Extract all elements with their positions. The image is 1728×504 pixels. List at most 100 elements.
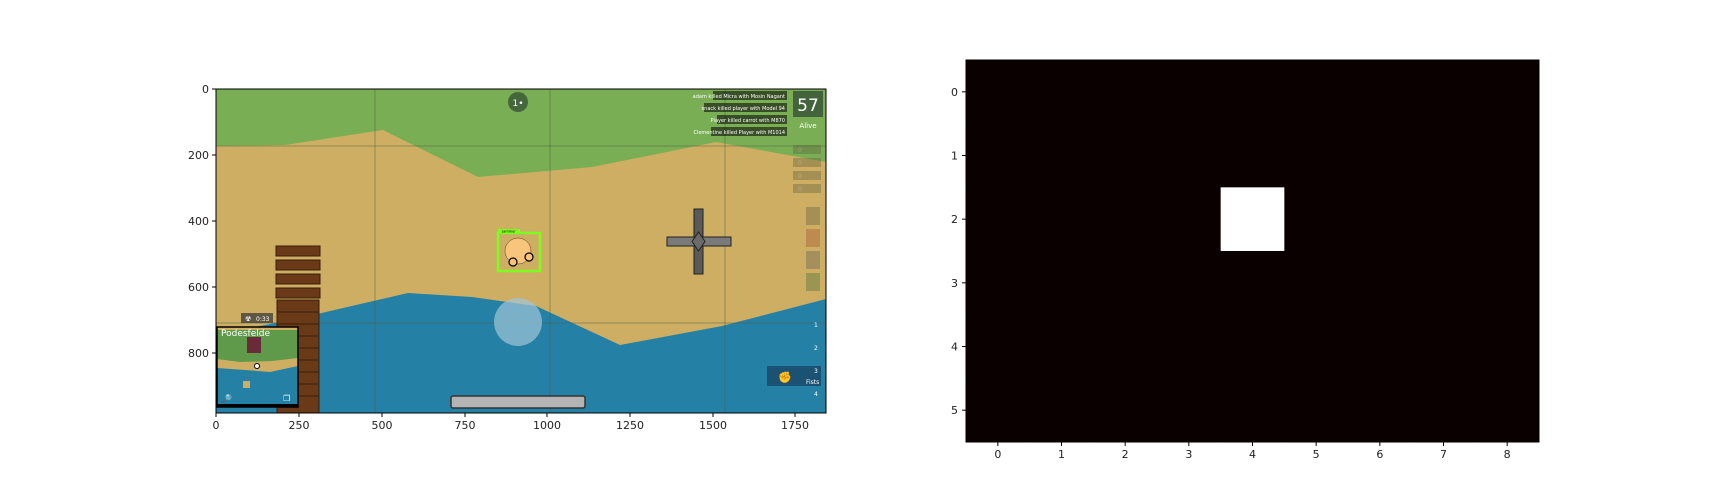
heatmap-cell <box>1348 378 1413 443</box>
alive-count: 57 <box>797 96 819 116</box>
weapon-slot-number: 3 <box>814 368 818 375</box>
game-figure: Jammer 1• adam killed Micra with Mosin N… <box>188 59 1540 461</box>
heatmap-y-tick-label: 4 <box>951 341 958 354</box>
heatmap-cell <box>1411 187 1476 252</box>
heatmap-x-tick-label: 8 <box>1504 448 1511 461</box>
zoom-indicator-text: 1• <box>512 99 523 109</box>
heatmap-cell <box>1220 251 1285 316</box>
heatmap-cell <box>1348 123 1413 188</box>
radiation-icon: ☢ <box>245 315 251 323</box>
x-tick-label: 500 <box>372 419 393 432</box>
heatmap-cell <box>1029 187 1094 252</box>
heatmap-cell <box>1475 187 1540 252</box>
kill-feed-entry: snack killed player with Model 94 <box>702 106 785 112</box>
heatmap-cell <box>1157 123 1222 188</box>
game-view: Jammer 1• adam killed Micra with Mosin N… <box>215 88 827 414</box>
heatmap-cell <box>1029 314 1094 379</box>
heatmap-cell <box>1411 314 1476 379</box>
kill-feed-entry: Clementine killed Player with M1014 <box>693 130 785 136</box>
y-tick-label: 0 <box>202 83 209 96</box>
game-y-tick-labels: 0 200 400 600 800 <box>188 83 209 360</box>
heatmap-cell <box>1411 251 1476 316</box>
game-x-axis <box>215 413 796 417</box>
heatmap-panel: 0 1 2 3 4 5 6 7 8 0 1 2 3 4 5 <box>951 59 1540 461</box>
heatmap-cell <box>1284 251 1349 316</box>
heatmap-cell <box>966 314 1031 379</box>
heatmap-cell <box>1411 123 1476 188</box>
gas-timer-value: 0:33 <box>256 316 270 323</box>
game-y-axis <box>212 88 216 354</box>
x-tick-label: 1250 <box>616 419 644 432</box>
x-tick-label: 1000 <box>533 419 561 432</box>
heatmap-cell <box>1093 123 1158 188</box>
kill-feed-entry: adam killed Micra with Mosin Nagant <box>693 94 785 100</box>
heatmap-cell <box>1029 60 1094 125</box>
heatmap-x-tick-label: 0 <box>994 448 1001 461</box>
map-toggle-icon[interactable]: ❐ <box>283 394 290 403</box>
health-bar <box>450 395 586 409</box>
kill-feed-entry: Player killed carrot with M870 <box>711 118 785 124</box>
heatmap-cell <box>1157 251 1222 316</box>
heatmap-cell <box>1093 60 1158 125</box>
weapon-slot-4[interactable]: 4 <box>814 391 818 398</box>
heatmap-cell <box>1093 187 1158 252</box>
heatmap-cell <box>1475 314 1540 379</box>
heatmap-x-tick-label: 3 <box>1185 448 1192 461</box>
ammo-count: 0 <box>798 160 802 167</box>
heatmap-cell <box>1475 123 1540 188</box>
heatmap-cell <box>1157 187 1222 252</box>
heatmap-x-tick-label: 4 <box>1249 448 1256 461</box>
heatmap-cell <box>1220 60 1285 125</box>
heatmap-cell <box>1284 378 1349 443</box>
x-tick-label: 0 <box>213 419 220 432</box>
y-tick-label: 800 <box>188 347 209 360</box>
minimap[interactable]: Podesfelde 🔎 ❐ <box>216 326 299 408</box>
heatmap-cell <box>1157 60 1222 125</box>
heatmap-cell <box>966 378 1031 443</box>
heatmap-cell <box>1348 314 1413 379</box>
weapon-slot-1[interactable]: 1 <box>814 322 818 329</box>
heatmap-cell <box>1475 251 1540 316</box>
heatmap-cell <box>1093 378 1158 443</box>
heatmap-cell <box>1029 123 1094 188</box>
heatmap-x-tick-label: 5 <box>1313 448 1320 461</box>
active-weapon-label: Fists <box>806 379 819 386</box>
heatmap-cell <box>1284 60 1349 125</box>
heatmap-cell <box>1157 314 1222 379</box>
zoom-icon[interactable]: 🔎 <box>222 393 232 403</box>
heatmap-cell <box>1411 378 1476 443</box>
heatmap-cell <box>966 60 1031 125</box>
ammo-count: 0 <box>798 186 802 193</box>
heatmap-cell <box>1284 314 1349 379</box>
heatmap-cell <box>966 123 1031 188</box>
heatmap-cell <box>1093 314 1158 379</box>
weapon-slot-2[interactable]: 2 <box>814 345 818 352</box>
heatmap-x-tick-label: 7 <box>1440 448 1447 461</box>
heatmap-cell <box>1157 378 1222 443</box>
ammo-count: 0 <box>798 147 802 154</box>
minimap-location-label: Podesfelde <box>221 329 270 339</box>
heatmap-x-axis: 0 1 2 3 4 5 6 7 8 <box>994 442 1511 461</box>
move-joystick[interactable] <box>494 298 542 346</box>
heatmap-cell <box>1475 378 1540 443</box>
heatmap-cell <box>1220 314 1285 379</box>
heatmap-cell <box>1348 187 1413 252</box>
heatmap-y-tick-label: 1 <box>951 150 958 163</box>
heatmap-cell <box>1284 123 1349 188</box>
heatmap-cell <box>1475 60 1540 125</box>
y-tick-label: 400 <box>188 215 209 228</box>
heatmap-cell <box>1029 378 1094 443</box>
heatmap-cell <box>1284 187 1349 252</box>
heatmap-y-tick-label: 0 <box>951 86 958 99</box>
heatmap-x-tick-label: 2 <box>1122 448 1129 461</box>
x-tick-label: 1750 <box>781 419 809 432</box>
heatmap-cell <box>1220 123 1285 188</box>
heatmap-x-tick-label: 6 <box>1376 448 1383 461</box>
fist-icon: ✊ <box>778 371 792 384</box>
player-label: Jammer <box>501 230 516 234</box>
heatmap-x-tick-label: 1 <box>1058 448 1065 461</box>
gas-timer: ☢ 0:33 <box>241 313 273 323</box>
heatmap-cell <box>1029 251 1094 316</box>
heatmap-cell <box>1093 251 1158 316</box>
y-tick-label: 600 <box>188 281 209 294</box>
